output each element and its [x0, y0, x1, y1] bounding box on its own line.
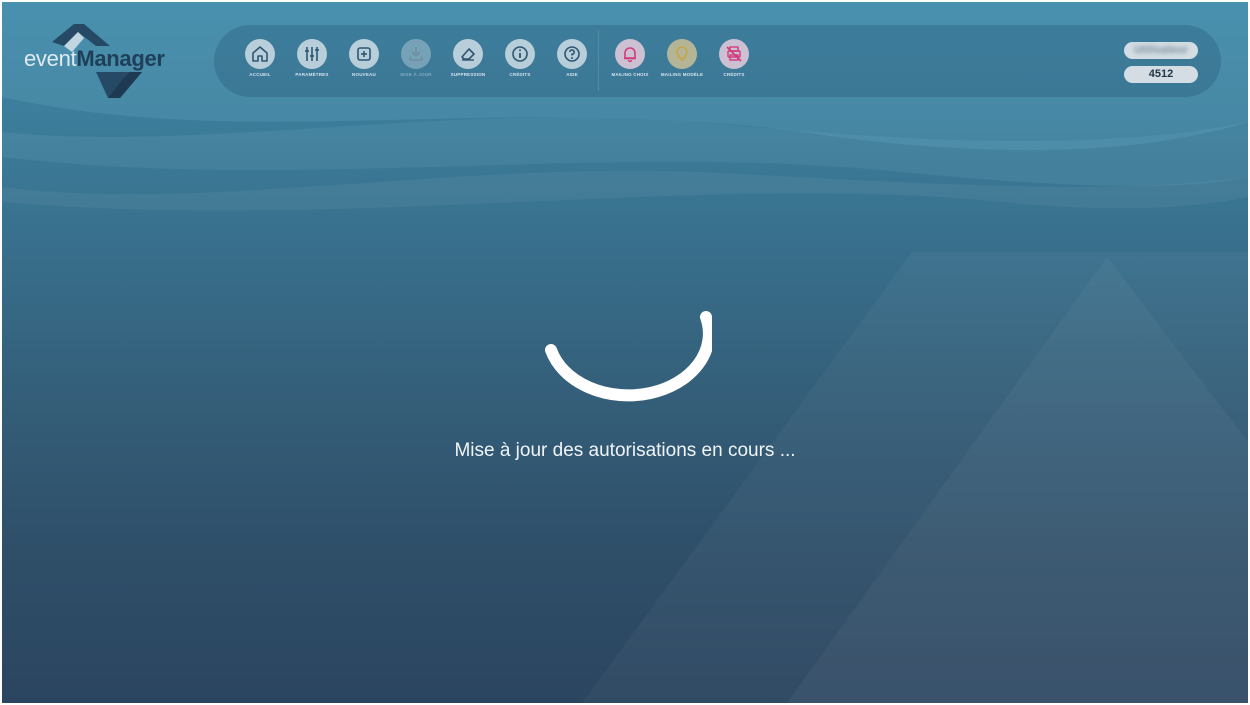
info-icon	[512, 46, 528, 62]
loading-message: Mise à jour des autorisations en cours .…	[454, 440, 796, 461]
eraser-icon	[461, 48, 475, 61]
new-label: Nouveau	[352, 72, 376, 77]
new-button[interactable]: Nouveau	[338, 39, 390, 91]
update-label: Mise à jour	[400, 72, 432, 77]
lightbulb-icon	[676, 46, 688, 61]
credits-label: Crédits	[509, 72, 531, 77]
help-button[interactable]: Aide	[546, 39, 598, 91]
loading-spinner	[545, 311, 712, 402]
settings-label: Paramètres	[295, 72, 329, 77]
print-credits-button[interactable]: Crédits	[708, 39, 760, 91]
mailing-choice-label: Mailing Choix	[611, 72, 649, 77]
sliders-icon	[305, 47, 319, 61]
help-icon	[564, 46, 580, 62]
mailing-model-button[interactable]: Mailing Modèle	[656, 39, 708, 91]
app-window: eventManager Accueil Paramètres Nouveau …	[2, 2, 1248, 703]
app-logo: eventManager	[24, 24, 204, 104]
help-label: Aide	[566, 72, 578, 77]
logo-text-manager: Manager	[76, 46, 165, 71]
print-credits-label: Crédits	[723, 72, 745, 77]
credits-button[interactable]: Crédits	[494, 39, 546, 91]
home-button[interactable]: Accueil	[234, 39, 286, 91]
user-id-pill: 4512	[1124, 66, 1198, 83]
update-button[interactable]: Mise à jour	[390, 39, 442, 91]
delete-label: Suppression	[450, 72, 486, 77]
mailing-choice-button[interactable]: Mailing Choix	[604, 39, 656, 91]
download-icon	[409, 47, 423, 61]
settings-button[interactable]: Paramètres	[286, 39, 338, 91]
plus-square-icon	[357, 47, 371, 61]
toolbar-divider	[598, 31, 599, 91]
logo-text-event: event	[24, 46, 77, 71]
main-toolbar: Accueil Paramètres Nouveau Mise à jour S…	[214, 25, 1221, 97]
home-icon	[252, 46, 268, 62]
delete-button[interactable]: Suppression	[442, 39, 494, 91]
bell-icon	[624, 47, 636, 63]
user-name: Utilisateur	[1134, 44, 1188, 56]
mailing-model-label: Mailing Modèle	[660, 72, 704, 77]
home-label: Accueil	[249, 72, 271, 77]
user-name-pill[interactable]: Utilisateur	[1124, 42, 1198, 59]
printer-off-icon	[726, 46, 742, 62]
